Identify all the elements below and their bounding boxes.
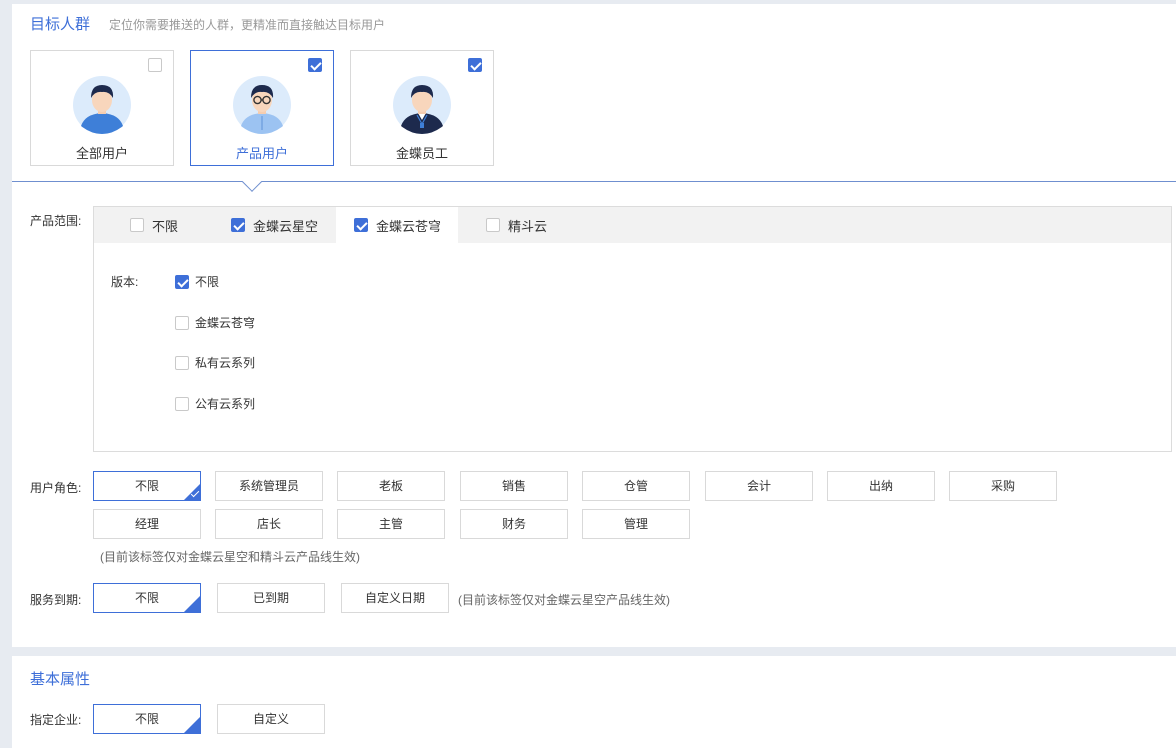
product-scope-label: 产品范围: [30,214,82,228]
employee-badge-avatar-icon [393,76,451,134]
expiry-tag-custom-date[interactable]: 自定义日期 [341,583,449,613]
tab-checkbox[interactable] [130,218,144,232]
role-tag-sales[interactable]: 销售 [460,471,568,501]
tab-checkbox[interactable] [231,218,245,232]
user-avatar-icon [73,76,131,134]
role-tag-boss[interactable]: 老板 [337,471,445,501]
tab-label: 金蝶云星空 [253,218,319,234]
product-scope-box: 不限 金蝶云星空 金蝶云苍穹 精斗云 版本: 不限 金蝶云苍穹 私有云系列 公有… [93,206,1172,452]
version-option-cangqiong[interactable]: 金蝶云苍穹 [175,314,255,331]
enterprise-tag-unlimited[interactable]: 不限 [93,704,201,734]
role-tag-management[interactable]: 管理 [582,509,690,539]
version-option-label: 公有云系列 [195,397,256,411]
expiry-tag-unlimited[interactable]: 不限 [93,583,201,613]
card-checkbox[interactable] [468,58,482,72]
user-role-label: 用户角色: [30,481,82,495]
card-label: 金蝶员工 [395,146,448,161]
version-option-label: 私有云系列 [195,356,256,370]
version-label: 版本: [111,275,139,289]
expiry-tag-expired[interactable]: 已到期 [217,583,325,613]
version-checkbox[interactable] [175,274,189,289]
card-checkbox[interactable] [308,58,322,72]
version-checkbox[interactable] [175,396,189,411]
tab-kingdee-cloud-cangqiong[interactable]: 金蝶云苍穹 [336,207,458,243]
section-subtitle: 定位你需要推送的人群，更精准而直接触达目标用户 [109,18,386,32]
version-checkbox[interactable] [175,355,189,370]
tab-checkbox[interactable] [354,218,368,232]
glasses-user-avatar-icon [233,76,291,134]
tab-jingdouyun[interactable]: 精斗云 [486,207,586,243]
target-group-panel: 目标人群 定位你需要推送的人群，更精准而直接触达目标用户 全部用户 产品用户 金… [12,4,1176,647]
tab-kingdee-cloud-galaxy[interactable]: 金蝶云星空 [231,207,341,243]
card-label: 产品用户 [235,146,288,161]
basic-attributes-panel: 基本属性 指定企业: 不限 自定义 [12,656,1176,748]
role-tag-cashier[interactable]: 出纳 [827,471,935,501]
section-divider [12,181,1176,182]
role-tag-warehouse[interactable]: 仓管 [582,471,690,501]
role-tag-unlimited[interactable]: 不限 [93,471,201,501]
audience-card-product-users[interactable]: 产品用户 [190,50,334,166]
card-checkbox[interactable] [148,58,162,72]
tab-label: 不限 [152,218,179,234]
role-tag-sysadmin[interactable]: 系统管理员 [215,471,323,501]
tab-label: 金蝶云苍穹 [376,218,442,234]
version-option-label: 金蝶云苍穹 [195,316,256,330]
card-label: 全部用户 [75,146,128,161]
product-tabs: 不限 金蝶云星空 金蝶云苍穹 精斗云 [94,207,1171,243]
service-expiry-note: (目前该标签仅对金蝶云星空产品线生效) [458,593,670,607]
role-tag-purchasing[interactable]: 采购 [949,471,1057,501]
role-tag-finance[interactable]: 财务 [460,509,568,539]
enterprise-label: 指定企业: [30,713,82,727]
selected-card-pointer [242,172,262,192]
version-checkbox[interactable] [175,315,189,330]
role-tag-store-manager[interactable]: 店长 [215,509,323,539]
version-option-label: 不限 [195,275,220,289]
role-tag-manager[interactable]: 经理 [93,509,201,539]
enterprise-tag-custom[interactable]: 自定义 [217,704,325,734]
section-title-basic-attributes: 基本属性 [30,671,91,688]
version-option-unlimited[interactable]: 不限 [175,273,219,290]
user-role-note: (目前该标签仅对金蝶云星空和精斗云产品线生效) [100,550,360,564]
section-title-target-group: 目标人群 [30,16,91,33]
role-tag-supervisor[interactable]: 主管 [337,509,445,539]
tab-label: 精斗云 [508,218,548,234]
audience-card-all-users[interactable]: 全部用户 [30,50,174,166]
service-expiry-label: 服务到期: [30,593,82,607]
version-option-private-cloud[interactable]: 私有云系列 [175,354,255,371]
role-tag-accountant[interactable]: 会计 [705,471,813,501]
tab-unlimited[interactable]: 不限 [130,207,230,243]
version-option-public-cloud[interactable]: 公有云系列 [175,395,255,412]
tab-checkbox[interactable] [486,218,500,232]
audience-card-kingdee-employees[interactable]: 金蝶员工 [350,50,494,166]
